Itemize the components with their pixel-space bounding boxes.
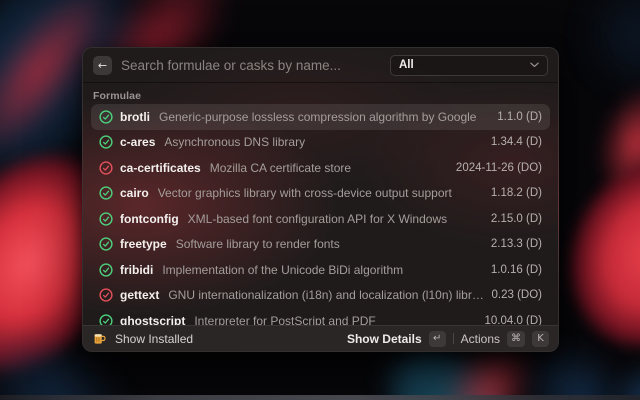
- homebrew-mug-icon: [92, 331, 107, 346]
- formula-name: freetype: [120, 237, 167, 251]
- show-details-button[interactable]: Show Details ↵: [347, 331, 446, 347]
- formula-row[interactable]: brotli Generic-purpose lossless compress…: [91, 104, 550, 130]
- footer-divider: [453, 333, 454, 344]
- formula-description: GNU internationalization (i18n) and loca…: [166, 288, 484, 302]
- wallpaper-shape: [555, 0, 640, 120]
- wallpaper-shape: [559, 42, 640, 242]
- formula-name: gettext: [120, 288, 159, 302]
- formula-row[interactable]: fontconfig XML-based font configuration …: [91, 206, 550, 232]
- status-check-icon: [99, 263, 113, 277]
- formula-version: 1.18.2 (D): [491, 187, 542, 199]
- wallpaper-shape: [0, 395, 640, 400]
- formula-row[interactable]: gettext GNU internationalization (i18n) …: [91, 283, 550, 309]
- formula-row[interactable]: cairo Vector graphics library with cross…: [91, 181, 550, 207]
- footer-actions: Show Details ↵ Actions ⌘ K: [347, 331, 549, 347]
- formula-description: Interpreter for PostScript and PDF: [192, 314, 477, 325]
- formula-version: 1.0.16 (D): [491, 264, 542, 276]
- formula-name: cairo: [120, 186, 149, 200]
- formula-name: ghostscript: [120, 314, 185, 325]
- formula-name: brotli: [120, 110, 150, 124]
- formula-version: 0.23 (DO): [492, 289, 543, 301]
- formula-row[interactable]: ghostscript Interpreter for PostScript a…: [91, 308, 550, 325]
- formula-name: ca-certificates: [120, 161, 201, 175]
- formula-description: Vector graphics library with cross-devic…: [156, 186, 484, 200]
- formula-version: 1.1.0 (D): [497, 111, 542, 123]
- actions-button[interactable]: Actions ⌘ K: [461, 331, 549, 347]
- status-check-icon: [99, 212, 113, 226]
- status-check-icon: [99, 186, 113, 200]
- k-key-icon: K: [532, 331, 549, 347]
- show-details-label: Show Details: [347, 332, 422, 346]
- formula-row[interactable]: ca-certificates Mozilla CA certificate s…: [91, 155, 550, 181]
- back-button[interactable]: ←: [93, 56, 112, 75]
- wallpaper-shape: [571, 320, 640, 400]
- return-key-icon: ↵: [429, 331, 446, 347]
- back-arrow-icon: ←: [98, 60, 107, 71]
- formula-description: Software library to render fonts: [174, 237, 484, 251]
- formula-name: fontconfig: [120, 212, 179, 226]
- search-panel: ← All Formulae brotli Generic-purpose lo…: [82, 47, 559, 352]
- status-check-icon: [99, 288, 113, 302]
- filter-dropdown-value: All: [399, 59, 524, 71]
- command-key-icon: ⌘: [507, 331, 525, 347]
- search-input[interactable]: [121, 58, 381, 73]
- formula-name: fribidi: [120, 263, 153, 277]
- filter-dropdown[interactable]: All: [390, 55, 548, 76]
- chevron-down-icon: [530, 62, 539, 68]
- section-header-formulae: Formulae: [83, 83, 558, 104]
- formula-description: XML-based font configuration API for X W…: [186, 212, 484, 226]
- formula-version: 2024-11-26 (DO): [456, 162, 542, 174]
- formula-description: Asynchronous DNS library: [162, 135, 483, 149]
- action-bar: Show Installed Show Details ↵ Actions ⌘ …: [83, 325, 558, 351]
- formula-row[interactable]: c-ares Asynchronous DNS library 1.34.4 (…: [91, 130, 550, 156]
- formula-version: 10.04.0 (D): [484, 315, 542, 325]
- formula-row[interactable]: fribidi Implementation of the Unicode Bi…: [91, 257, 550, 283]
- formula-row[interactable]: freetype Software library to render font…: [91, 232, 550, 258]
- formula-description: Generic-purpose lossless compression alg…: [157, 110, 490, 124]
- status-check-icon: [99, 161, 113, 175]
- show-installed-label[interactable]: Show Installed: [115, 332, 193, 346]
- formula-name: c-ares: [120, 135, 155, 149]
- formula-description: Implementation of the Unicode BiDi algor…: [160, 263, 484, 277]
- status-check-icon: [99, 314, 113, 325]
- formula-version: 2.13.3 (D): [491, 238, 542, 250]
- formula-version: 2.15.0 (D): [491, 213, 542, 225]
- actions-label: Actions: [461, 332, 500, 346]
- status-check-icon: [99, 135, 113, 149]
- search-topbar: ← All: [83, 48, 558, 83]
- status-check-icon: [99, 110, 113, 124]
- formula-version: 1.34.4 (D): [491, 136, 542, 148]
- formula-description: Mozilla CA certificate store: [208, 161, 449, 175]
- formulae-list: brotli Generic-purpose lossless compress…: [83, 104, 558, 325]
- status-check-icon: [99, 237, 113, 251]
